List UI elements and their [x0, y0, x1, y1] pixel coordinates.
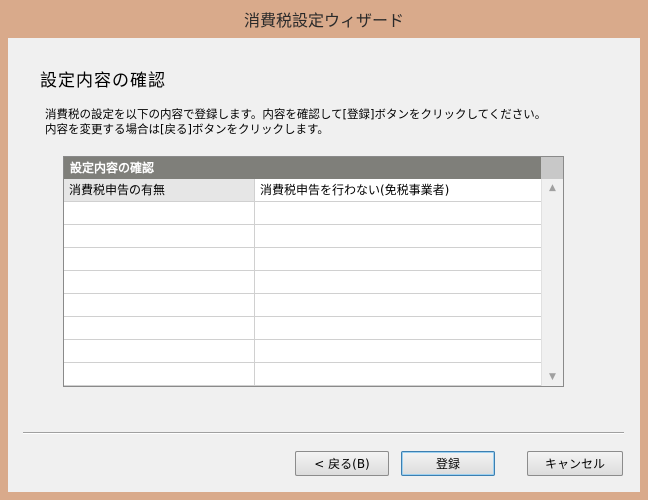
row-label [64, 202, 255, 224]
description-line: 内容を変更する場合は[戻る]ボタンをクリックします。 [45, 122, 329, 136]
row-label [64, 340, 255, 362]
table-row[interactable] [64, 225, 541, 248]
register-button[interactable]: 登録 [401, 451, 495, 476]
row-value [255, 271, 541, 293]
table-row[interactable] [64, 294, 541, 317]
scroll-down-icon[interactable]: ▼ [542, 368, 563, 386]
row-label [64, 363, 255, 385]
footer-separator [23, 432, 624, 434]
row-value [255, 202, 541, 224]
scrollbar-cap [541, 157, 563, 179]
row-value [255, 225, 541, 247]
row-label [64, 271, 255, 293]
table-row[interactable] [64, 271, 541, 294]
cancel-button[interactable]: キャンセル [527, 451, 623, 476]
row-label [64, 317, 255, 339]
table-row[interactable] [64, 248, 541, 271]
grid-header: 設定内容の確認 [64, 157, 541, 179]
row-label [64, 225, 255, 247]
wizard-client-area: 設定内容の確認 消費税の設定を以下の内容で登録します。内容を確認して[登録]ボタ… [8, 38, 640, 492]
table-row[interactable] [64, 317, 541, 340]
scroll-up-icon[interactable]: ▲ [542, 179, 563, 197]
table-row[interactable] [64, 340, 541, 363]
row-value [255, 340, 541, 362]
row-label [64, 248, 255, 270]
table-row[interactable] [64, 202, 541, 225]
row-value [255, 363, 541, 385]
row-value [255, 294, 541, 316]
description: 消費税の設定を以下の内容で登録します。内容を確認して[登録]ボタンをクリックして… [45, 107, 605, 137]
row-label: 消費税申告の有無 [64, 179, 255, 201]
row-value: 消費税申告を行わない(免税事業者) [260, 183, 450, 197]
page-heading: 設定内容の確認 [40, 71, 166, 91]
grid-rows: 消費税申告の有無 消費税申告を行わない(免税事業者) [64, 179, 541, 386]
description-line: 消費税の設定を以下の内容で登録します。内容を確認して[登録]ボタンをクリックして… [45, 107, 547, 121]
row-value [255, 317, 541, 339]
table-row[interactable] [64, 363, 541, 386]
settings-grid: 設定内容の確認 消費税申告の有無 消費税申告を行わない(免税事業者) ▲ ▼ [63, 156, 564, 387]
vertical-scrollbar[interactable]: ▲ ▼ [541, 179, 563, 386]
wizard-window: 消費税設定ウィザード 設定内容の確認 消費税の設定を以下の内容で登録します。内容… [0, 0, 648, 500]
row-value [255, 248, 541, 270]
row-label [64, 294, 255, 316]
back-button[interactable]: < 戻る(B) [295, 451, 389, 476]
window-title: 消費税設定ウィザード [243, 11, 404, 30]
table-row[interactable]: 消費税申告の有無 消費税申告を行わない(免税事業者) [64, 179, 541, 202]
